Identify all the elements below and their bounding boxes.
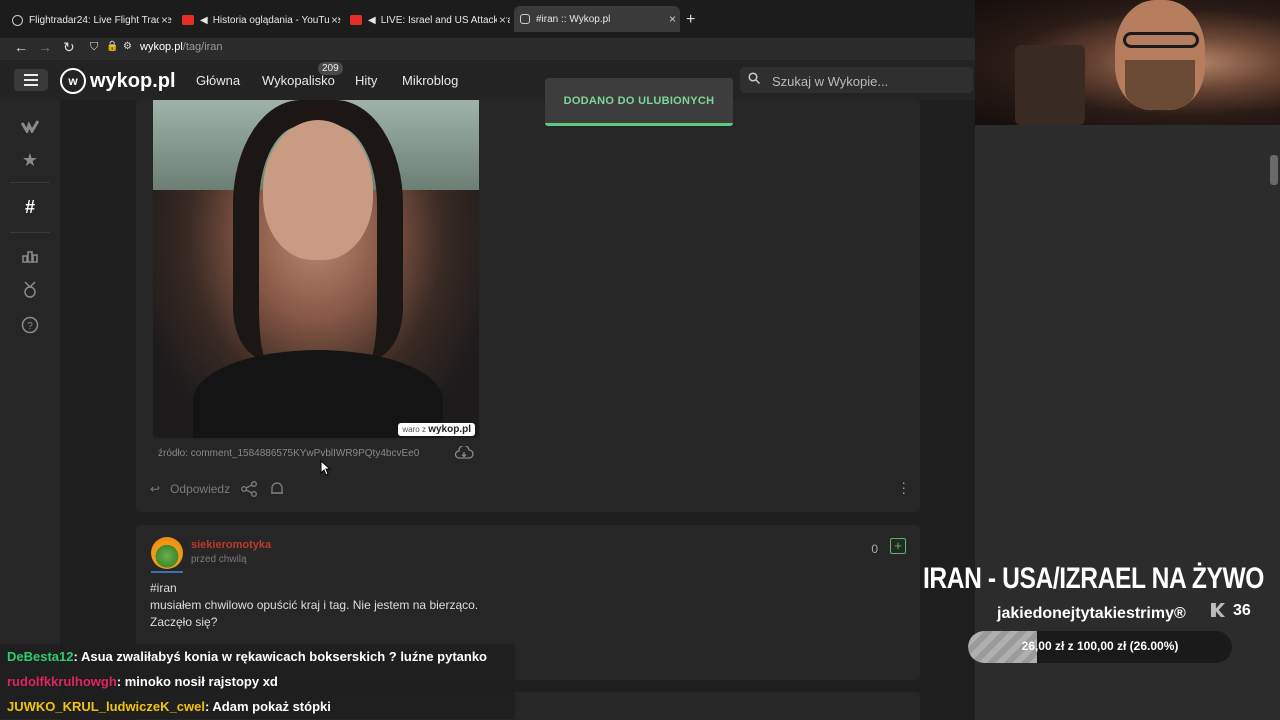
face-shape bbox=[263, 120, 373, 260]
chat-username: rudolfkkrulhowgh bbox=[7, 674, 117, 689]
speaker-icon: ◀ bbox=[368, 14, 376, 26]
chat-message: rudolfkkrulhowgh : minoko nosił rajstopy… bbox=[0, 669, 515, 694]
streamer-glasses bbox=[1123, 32, 1199, 48]
shield-icon[interactable]: ⛉ bbox=[90, 41, 98, 54]
tab-wykop[interactable]: #iran :: Wykop.pl × bbox=[514, 6, 680, 32]
wykopalisko-count-badge: 209 bbox=[318, 62, 343, 75]
cloud-download-icon[interactable] bbox=[454, 446, 474, 460]
left-sidebar: ★ # ? bbox=[0, 100, 60, 720]
ranking-icon[interactable] bbox=[20, 245, 40, 265]
entry-actions: ↩ Odpowiedz bbox=[150, 481, 286, 497]
donation-goal-bar: 26,00 zł z 100,00 zł (26.00%) bbox=[968, 631, 1232, 663]
logo-text: wykop.pl bbox=[90, 69, 176, 92]
channel-name: jakiedonejtytakiestrimy® bbox=[997, 605, 1186, 622]
site-logo[interactable]: w wykop.pl bbox=[60, 68, 176, 94]
share-icon[interactable] bbox=[240, 481, 258, 497]
nav-mikroblog[interactable]: Mikroblog bbox=[402, 73, 458, 88]
nav-wykopalisko[interactable]: Wykopalisko bbox=[262, 73, 335, 88]
sidebar-divider bbox=[10, 232, 50, 233]
tag-link[interactable]: #iran bbox=[150, 580, 478, 597]
image-source[interactable]: źródło: comment_1584886575KYwPvblIWR9PQt… bbox=[158, 448, 419, 459]
chat-message: DeBesta12 : Asua zwaliłabyś konia w ręka… bbox=[0, 644, 515, 669]
kick-icon bbox=[1211, 603, 1225, 617]
viewer-count: 36 bbox=[1233, 602, 1251, 619]
tab-label: LIVE: Israel and US Attack Iran bbox=[380, 14, 510, 26]
page-scrollbar[interactable] bbox=[1270, 155, 1278, 185]
chat-text: : Asua zwaliłabyś konia w rękawicach bok… bbox=[73, 649, 488, 664]
nav-hity[interactable]: Hity bbox=[355, 73, 377, 88]
avatar-gender-bar bbox=[151, 571, 183, 573]
chat-message: JUWKO_KRUL_ludwiczeK_cwel : Adam pokaż s… bbox=[0, 694, 515, 719]
entry-text-line: musiałem chwilowo opuścić kraj i tag. Ni… bbox=[150, 598, 479, 612]
star-icon[interactable]: ★ bbox=[20, 150, 40, 170]
forward-icon[interactable]: → bbox=[38, 39, 52, 55]
main-content: waro z wykop.pl źródło: comment_15848865… bbox=[60, 100, 975, 720]
entry-card: waro z wykop.pl źródło: comment_15848865… bbox=[136, 100, 920, 512]
wykop-icon bbox=[520, 14, 530, 24]
search-box bbox=[740, 67, 973, 93]
mouse-cursor-icon bbox=[320, 460, 332, 476]
favorites-toast: DODANO DO ULUBIONYCH bbox=[545, 78, 733, 126]
close-icon[interactable]: × bbox=[158, 13, 168, 27]
avatar[interactable] bbox=[151, 537, 183, 569]
reload-icon[interactable]: ↻ bbox=[63, 39, 75, 56]
post-time[interactable]: przed chwilą bbox=[191, 554, 247, 565]
image-watermark: waro z wykop.pl bbox=[398, 423, 475, 436]
donation-goal-text: 26,00 zł z 100,00 zł (26.00%) bbox=[1021, 639, 1179, 653]
search-input[interactable] bbox=[770, 71, 964, 91]
author-name[interactable]: siekieromotyka bbox=[191, 539, 271, 551]
sidebar-divider bbox=[10, 182, 50, 183]
youtube-icon bbox=[350, 15, 362, 25]
wykopalisko-icon[interactable] bbox=[20, 116, 40, 136]
chat-text: : Adam pokaż stópki bbox=[204, 699, 331, 714]
tab-flightradar[interactable]: Flightradar24: Live Flight Tracker × bbox=[12, 8, 172, 32]
help-icon[interactable]: ? bbox=[20, 315, 40, 335]
address-bar: ← → ↻ ⛉ 🔒 ⚙ wykop.pl/tag/iran bbox=[0, 38, 975, 58]
more-options-icon[interactable]: · · · bbox=[901, 475, 906, 499]
close-icon[interactable]: × bbox=[669, 12, 676, 26]
youtube-icon bbox=[182, 15, 194, 25]
chat-text: : minoko nosił rajstopy xd bbox=[116, 674, 278, 689]
medal-icon[interactable] bbox=[20, 280, 40, 300]
search-icon bbox=[748, 72, 760, 84]
speaker-icon: ◀ bbox=[200, 14, 208, 26]
chat-username: DeBesta12 bbox=[7, 649, 74, 664]
url-path: /tag/iran bbox=[182, 41, 223, 53]
reply-icon[interactable]: ↩ bbox=[150, 482, 160, 496]
reply-button[interactable]: Odpowiedz bbox=[170, 482, 230, 496]
chair-shape bbox=[1015, 45, 1085, 125]
tab-youtube-live[interactable]: ◀ LIVE: Israel and US Attack Iran × bbox=[350, 8, 510, 32]
stream-title: IRAN - USA/IZRAEL NA ŻYWO bbox=[923, 562, 1264, 595]
site-header: w wykop.pl Główna Wykopalisko 209 Hity M… bbox=[0, 60, 975, 100]
back-icon[interactable]: ← bbox=[14, 39, 28, 55]
post-image[interactable]: waro z wykop.pl bbox=[153, 100, 479, 438]
svg-text:?: ? bbox=[27, 321, 33, 332]
tab-label: #iran :: Wykop.pl bbox=[536, 13, 611, 25]
close-icon[interactable]: × bbox=[496, 13, 506, 27]
browser-tab-bar: Flightradar24: Live Flight Tracker × ◀ H… bbox=[0, 0, 975, 38]
tab-label: Flightradar24: Live Flight Tracker bbox=[29, 14, 172, 26]
menu-icon[interactable] bbox=[14, 69, 48, 91]
site-settings-icon[interactable]: ⚙ bbox=[123, 41, 132, 52]
chat-username: JUWKO_KRUL_ludwiczeK_cwel bbox=[7, 699, 205, 714]
globe-icon bbox=[12, 14, 23, 26]
lock-icon[interactable]: 🔒 bbox=[106, 41, 118, 52]
streamer-beard bbox=[1125, 60, 1195, 110]
tab-label: Historia oglądania - YouTube bbox=[212, 14, 341, 26]
tab-youtube-history[interactable]: ◀ Historia oglądania - YouTube × bbox=[182, 8, 342, 32]
url-field[interactable]: wykop.pl/tag/iran bbox=[140, 41, 223, 53]
vote-count: 0 bbox=[871, 542, 878, 556]
wykop-logo-icon: w bbox=[60, 68, 86, 94]
notification-bell-icon[interactable] bbox=[268, 481, 286, 497]
webcam-feed bbox=[975, 0, 1280, 125]
entry-body: #iran musiałem chwilowo opuścić kraj i t… bbox=[150, 580, 478, 631]
plus-vote-button[interactable]: + bbox=[890, 538, 906, 554]
close-icon[interactable]: × bbox=[328, 13, 338, 27]
hashtag-icon[interactable]: # bbox=[20, 197, 40, 217]
nav-glowna[interactable]: Główna bbox=[196, 73, 240, 88]
url-host: wykop.pl bbox=[140, 41, 183, 53]
new-tab-icon[interactable]: + bbox=[686, 11, 695, 29]
entry-text-line: Zaczęło się? bbox=[150, 615, 218, 629]
